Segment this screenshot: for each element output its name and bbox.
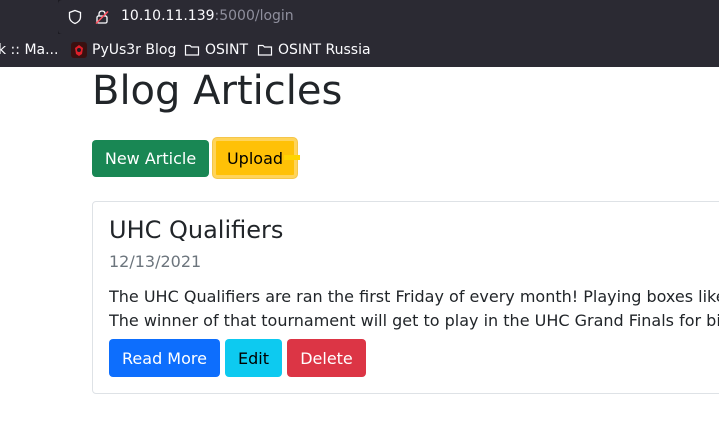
edit-button[interactable]: Edit xyxy=(225,339,282,377)
new-article-button[interactable]: New Article xyxy=(92,140,209,177)
bookmark-folder-osint[interactable]: OSINT xyxy=(184,42,248,58)
bookmark-folder-osint-russia[interactable]: OSINT Russia xyxy=(257,42,371,58)
article-excerpt-line: The UHC Qualifiers are ran the first Fri… xyxy=(109,287,719,306)
url-text[interactable]: 10.10.11.139:5000/login xyxy=(121,8,294,24)
url-host: 10.10.11.139 xyxy=(121,8,215,24)
article-excerpt-line: The winner of that tournament will get t… xyxy=(109,311,719,330)
browser-toolbar: 10.10.11.139:5000/login xyxy=(0,0,719,34)
article-excerpt: The UHC Qualifiers are ran the first Fri… xyxy=(109,285,719,333)
bookmarks-toolbar: k :: Ma... PyUs3r Blog OSINT OSINT Russi… xyxy=(0,34,719,67)
bookmark-label: OSINT xyxy=(205,42,249,58)
bookmark-label: k :: Ma... xyxy=(0,42,59,58)
delete-button[interactable]: Delete xyxy=(287,339,366,377)
folder-icon xyxy=(257,42,273,58)
shield-icon[interactable] xyxy=(67,9,83,25)
bookmark-pyus3r-blog[interactable]: PyUs3r Blog xyxy=(71,42,176,58)
highlight-mark xyxy=(284,155,300,160)
article-title: UHC Qualifiers xyxy=(109,216,284,244)
insecure-lock-icon[interactable] xyxy=(94,9,110,25)
article-date: 12/13/2021 xyxy=(109,252,202,271)
bookmark-label: PyUs3r Blog xyxy=(92,42,177,58)
toolbar-left-area xyxy=(0,0,58,34)
page-title: Blog Articles xyxy=(92,68,343,114)
url-path: :5000/login xyxy=(214,8,294,24)
folder-icon xyxy=(184,42,200,58)
bookmark-label: OSINT Russia xyxy=(278,42,371,58)
site-favicon-icon xyxy=(71,42,87,58)
read-more-button[interactable]: Read More xyxy=(109,339,220,377)
bookmark-overflow-item[interactable]: k :: Ma... xyxy=(0,42,58,58)
